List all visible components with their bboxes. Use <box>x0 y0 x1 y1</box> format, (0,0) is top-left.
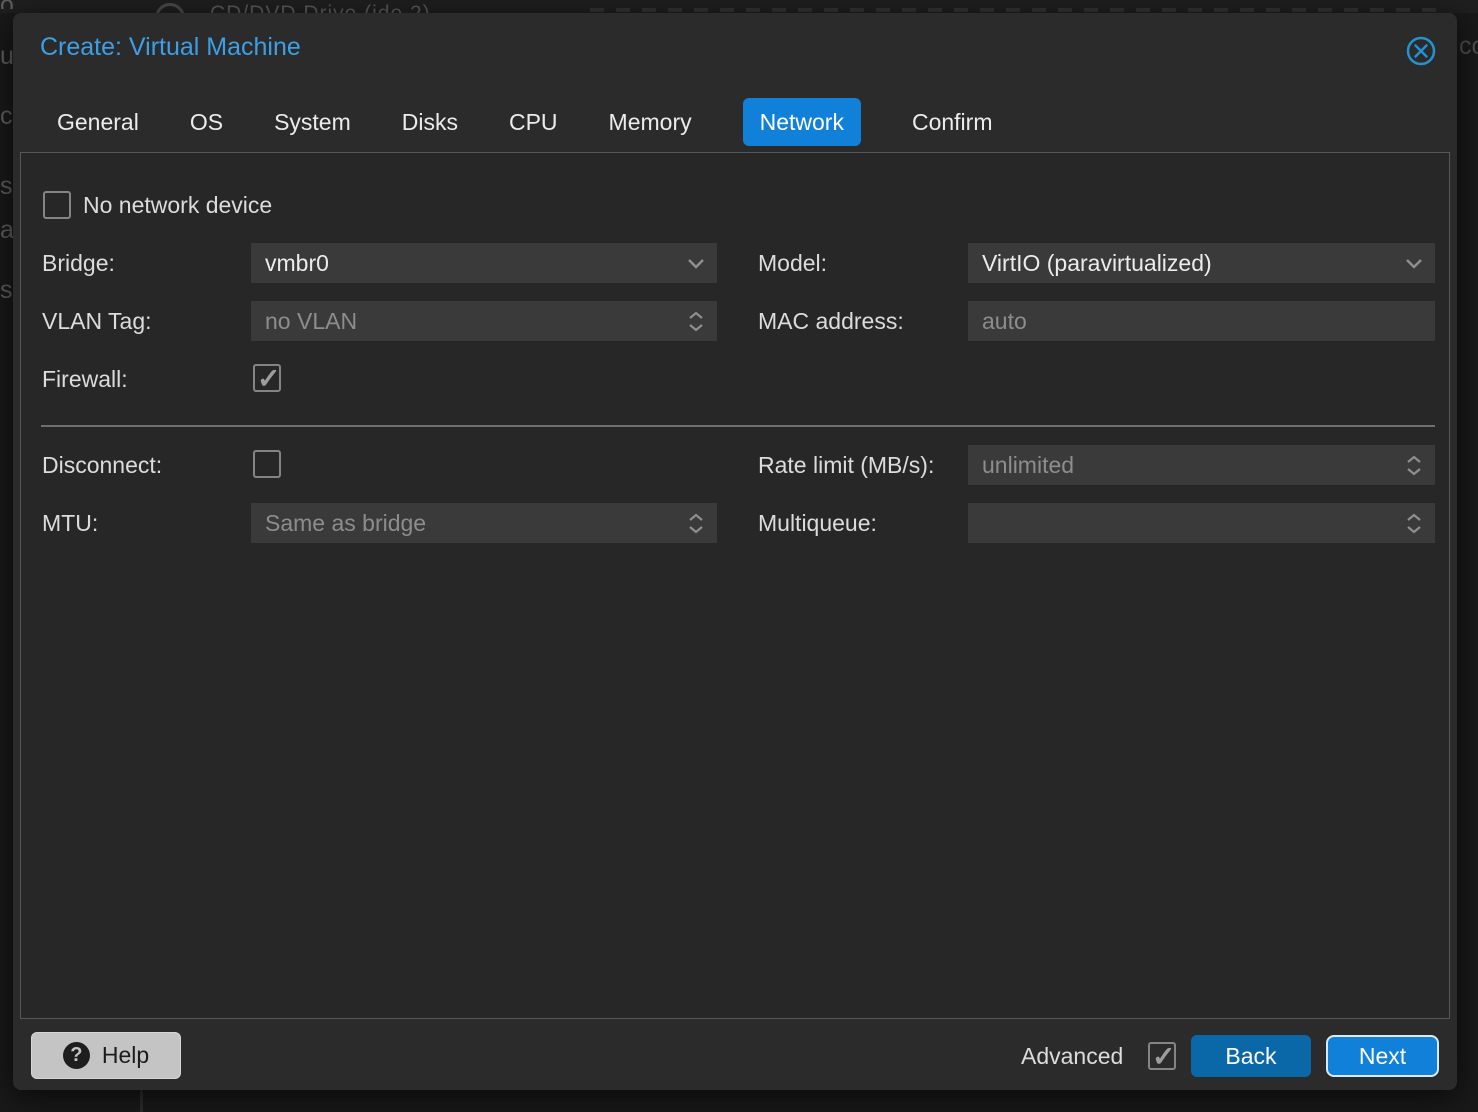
background-left-fragment: sh <box>0 172 14 206</box>
background-divider <box>140 1090 143 1112</box>
rate-limit-label: Rate limit (MB/s): <box>758 445 934 485</box>
bridge-label: Bridge: <box>42 243 115 283</box>
dialog-title: Create: Virtual Machine <box>40 33 301 62</box>
back-button[interactable]: Back <box>1191 1035 1311 1077</box>
model-combobox[interactable] <box>968 243 1435 283</box>
rate-limit-spinner[interactable] <box>968 445 1435 485</box>
spinner-up-down-icon[interactable] <box>683 301 709 341</box>
spinner-up-down-icon[interactable] <box>1401 503 1427 543</box>
tab-cpu[interactable]: CPU <box>509 98 558 146</box>
background-left-fragment: ss <box>0 276 14 310</box>
radio-icon <box>155 3 185 13</box>
next-button[interactable]: Next <box>1326 1035 1439 1077</box>
mtu-label: MTU: <box>42 503 98 543</box>
multiqueue-spinner[interactable] <box>968 503 1435 543</box>
help-button[interactable]: ? Help <box>31 1032 181 1079</box>
firewall-checkbox[interactable] <box>253 364 281 392</box>
advanced-checkbox[interactable] <box>1148 1042 1176 1070</box>
background-left-fragment: all <box>0 216 14 250</box>
mac-address-input[interactable] <box>968 301 1435 341</box>
network-tab-panel: No network device Bridge: Model: VLAN Ta… <box>20 152 1450 1019</box>
vlan-tag-input[interactable] <box>251 301 717 341</box>
close-icon[interactable] <box>1405 35 1437 67</box>
spinner-up-down-icon[interactable] <box>683 503 709 543</box>
advanced-label: Advanced <box>1021 1039 1123 1073</box>
chevron-down-icon[interactable] <box>683 243 709 283</box>
mtu-spinner[interactable] <box>251 503 717 543</box>
dialog-tabbar: General OS System Disks CPU Memory Netwo… <box>57 98 992 146</box>
tab-disks[interactable]: Disks <box>402 98 458 146</box>
rate-limit-input[interactable] <box>968 445 1435 485</box>
spinner-up-down-icon[interactable] <box>1401 445 1427 485</box>
tab-memory[interactable]: Memory <box>609 98 692 146</box>
background-row-clipped-text <box>590 8 1440 12</box>
chevron-down-icon[interactable] <box>1401 243 1427 283</box>
tab-general[interactable]: General <box>57 98 139 146</box>
background-row-text: CD/DVD Drive (ide 2) <box>210 2 431 13</box>
multiqueue-label: Multiqueue: <box>758 503 877 543</box>
model-value[interactable] <box>968 243 1435 283</box>
mac-address-label: MAC address: <box>758 301 904 341</box>
question-mark-icon: ? <box>63 1042 90 1069</box>
disconnect-label: Disconnect: <box>42 445 162 485</box>
multiqueue-input[interactable] <box>968 503 1435 543</box>
section-divider <box>41 425 1435 427</box>
create-vm-dialog: Create: Virtual Machine General OS Syste… <box>13 13 1457 1090</box>
tab-confirm[interactable]: Confirm <box>912 98 993 146</box>
tab-network[interactable]: Network <box>743 98 861 146</box>
bridge-value[interactable] <box>251 243 717 283</box>
background-right-fragment: co <box>1459 32 1478 61</box>
vlan-tag-label: VLAN Tag: <box>42 301 152 341</box>
mtu-input[interactable] <box>251 503 717 543</box>
bridge-combobox[interactable] <box>251 243 717 283</box>
help-button-label: Help <box>102 1042 149 1069</box>
model-label: Model: <box>758 243 827 283</box>
mac-address-field[interactable] <box>968 301 1435 341</box>
no-network-device-checkbox[interactable] <box>43 191 71 219</box>
tab-os[interactable]: OS <box>190 98 223 146</box>
background-left-fragment: or <box>0 0 14 9</box>
no-network-device-label: No network device <box>83 185 272 225</box>
background-left-fragment: up <box>0 42 14 76</box>
background-left-fragment: ca <box>0 102 14 136</box>
tab-system[interactable]: System <box>274 98 351 146</box>
background-obscured-row: CD/DVD Drive (ide 2) <box>0 0 1478 13</box>
firewall-label: Firewall: <box>42 359 128 399</box>
disconnect-checkbox[interactable] <box>253 450 281 478</box>
vlan-tag-spinner[interactable] <box>251 301 717 341</box>
